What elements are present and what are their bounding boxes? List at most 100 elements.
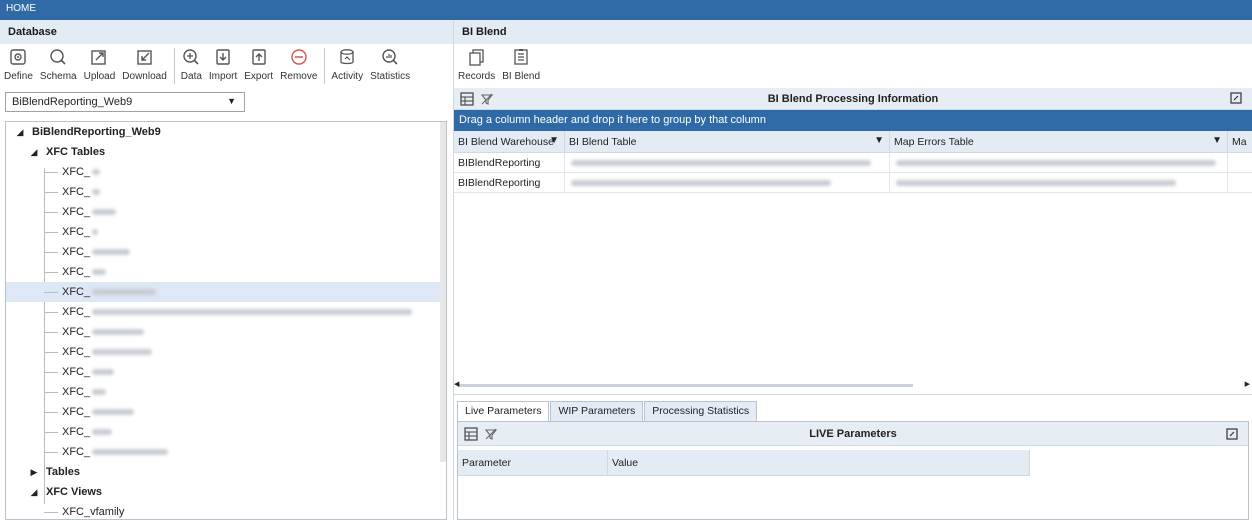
download-label: Download (122, 71, 167, 82)
filter-icon[interactable]: ▼ (549, 135, 559, 146)
tree-leaf[interactable]: XFC_ (6, 162, 446, 182)
cell-warehouse: BIBlendReporting (454, 153, 565, 172)
column-header-truncated-label: Ma (1232, 136, 1247, 148)
tree-leaf[interactable]: XFC_ (6, 382, 446, 402)
statistics-button[interactable]: Statistics (368, 44, 412, 88)
tree-node-root-label: BiBlendReporting_Web9 (32, 126, 161, 138)
tree-leaf[interactable]: XFC_ (6, 222, 446, 242)
tree-leaf-label: XFC_ (62, 446, 91, 458)
tab-processing-statistics[interactable]: Processing Statistics (644, 401, 758, 421)
processing-grid: BI Blend Processing Information Drag a c… (454, 88, 1252, 395)
biblend-button[interactable]: BI Blend (500, 44, 542, 88)
table-row[interactable]: BIBlendReporting (454, 173, 1252, 193)
tree-leaf[interactable]: XFC_ (6, 302, 446, 322)
column-header-table[interactable]: BI Blend Table ▼ (565, 131, 890, 152)
data-icon (181, 47, 201, 67)
import-button[interactable]: Import (207, 44, 239, 88)
define-button[interactable]: Define (2, 44, 35, 88)
processing-grid-toolbar: BI Blend Processing Information (454, 88, 1252, 110)
export-button[interactable]: Export (242, 44, 275, 88)
activity-button[interactable]: Activity (329, 44, 365, 88)
data-label: Data (180, 71, 202, 82)
parameters-tabs: Live Parameters WIP Parameters Processin… (457, 401, 758, 421)
tree-leaf-label: XFC_ (62, 346, 91, 358)
tree-leaf[interactable]: XFC_ (6, 402, 446, 422)
tree-leaf[interactable]: XFC_ (6, 442, 446, 462)
statistics-label: Statistics (370, 71, 411, 82)
column-header-parameter[interactable]: Parameter (458, 450, 608, 475)
upload-button[interactable]: Upload (82, 44, 118, 88)
tree-leaf[interactable]: XFC_ (6, 362, 446, 382)
upload-icon (89, 47, 109, 67)
column-header-value[interactable]: Value (608, 450, 1030, 475)
statistics-icon (380, 47, 400, 67)
tree-node-xfc-views[interactable]: ◢ XFC Views (6, 482, 446, 502)
schema-button[interactable]: Schema (38, 44, 79, 88)
processing-grid-title: BI Blend Processing Information (767, 93, 939, 105)
filter-icon[interactable]: ▼ (874, 135, 884, 146)
window-title: HOME (6, 3, 36, 14)
column-header-truncated[interactable]: Ma (1228, 131, 1252, 152)
expanded-arrow-icon: ◢ (30, 487, 38, 497)
database-selector-value: BiBlendReporting_Web9 (12, 96, 133, 108)
tab-wip-parameters[interactable]: WIP Parameters (550, 401, 644, 421)
activity-label: Activity (331, 71, 364, 82)
cell-map-errors-redacted (890, 153, 1228, 172)
filter-icon[interactable]: ▼ (1212, 135, 1222, 146)
tree-leaf-view-label: XFC_vfamily (62, 506, 125, 518)
scroll-right-icon[interactable]: ▶ (1245, 380, 1250, 388)
live-grid-title: LIVE Parameters (809, 428, 897, 440)
column-header-map-errors-label: Map Errors Table (894, 136, 974, 148)
tree-leaf-selected[interactable]: XFC_ (6, 282, 446, 302)
database-selector[interactable]: BiBlendReporting_Web9 ▼ (5, 92, 245, 112)
tree-leaf[interactable]: XFC_ (6, 202, 446, 222)
tree-leaf-label: XFC_ (62, 226, 91, 238)
maximize-icon[interactable] (1226, 428, 1240, 442)
column-header-warehouse[interactable]: BI Blend Warehouse ▼ (454, 131, 565, 152)
tree-leaf[interactable]: XFC_ (6, 422, 446, 442)
tree-node-xfc-tables[interactable]: ◢ XFC Tables (6, 142, 446, 162)
column-header-warehouse-label: BI Blend Warehouse (458, 136, 554, 148)
group-by-bar[interactable]: Drag a column header and drop it here to… (454, 110, 1252, 131)
tree-node-tables-label: Tables (46, 466, 81, 478)
maximize-icon[interactable] (1230, 92, 1244, 106)
tree-leaf-view[interactable]: XFC_vfamily (6, 502, 446, 519)
biblend-toolbar: Records BI Blend (454, 44, 1252, 88)
tree-node-tables[interactable]: ▶ Tables (6, 462, 446, 482)
tree-node-root[interactable]: ◢ BiBlendReporting_Web9 (6, 122, 446, 142)
column-header-table-label: BI Blend Table (569, 136, 637, 148)
tree-leaf[interactable]: XFC_ (6, 182, 446, 202)
tree-leaf[interactable]: XFC_ (6, 262, 446, 282)
expanded-arrow-icon: ◢ (16, 127, 24, 137)
remove-button[interactable]: Remove (278, 44, 319, 88)
chevron-down-icon: ▼ (227, 96, 236, 106)
tree-leaf[interactable]: XFC_ (6, 242, 446, 262)
scroll-left-icon[interactable]: ◀ (454, 380, 459, 388)
tree-leaf-label: XFC_ (62, 306, 91, 318)
biblend-icon (511, 47, 531, 67)
tree-scrollbar[interactable] (440, 122, 446, 462)
tab-live-parameters[interactable]: Live Parameters (457, 401, 550, 421)
tree-leaf-label: XFC_ (62, 326, 91, 338)
live-parameters-grid: LIVE Parameters Parameter Value (457, 421, 1249, 520)
database-tree: ◢ BiBlendReporting_Web9 ◢ XFC Tables XFC… (5, 121, 447, 520)
biblend-label: BI Blend (502, 71, 541, 82)
tree-node-xfc-tables-label: XFC Tables (46, 146, 106, 158)
download-button[interactable]: Download (120, 44, 168, 88)
database-toolbar: Define Schema Upload Download Data Impor… (0, 44, 453, 88)
tree-leaf-label: XFC_ (62, 286, 91, 298)
tree-leaf[interactable]: XFC_ (6, 322, 446, 342)
tree-leaf[interactable]: XFC_ (6, 342, 446, 362)
title-bar: HOME (0, 0, 1252, 20)
tree-leaf-label: XFC_ (62, 186, 91, 198)
schema-icon (48, 47, 68, 67)
download-icon (135, 47, 155, 67)
export-label: Export (244, 71, 274, 82)
data-button[interactable]: Data (179, 44, 204, 88)
records-button[interactable]: Records (456, 44, 497, 88)
cell-warehouse: BIBlendReporting (454, 173, 565, 192)
table-row[interactable]: BIBlendReporting (454, 153, 1252, 173)
column-header-map-errors[interactable]: Map Errors Table ▼ (890, 131, 1228, 152)
import-icon (213, 47, 233, 67)
horizontal-scrollbar[interactable] (458, 384, 913, 387)
